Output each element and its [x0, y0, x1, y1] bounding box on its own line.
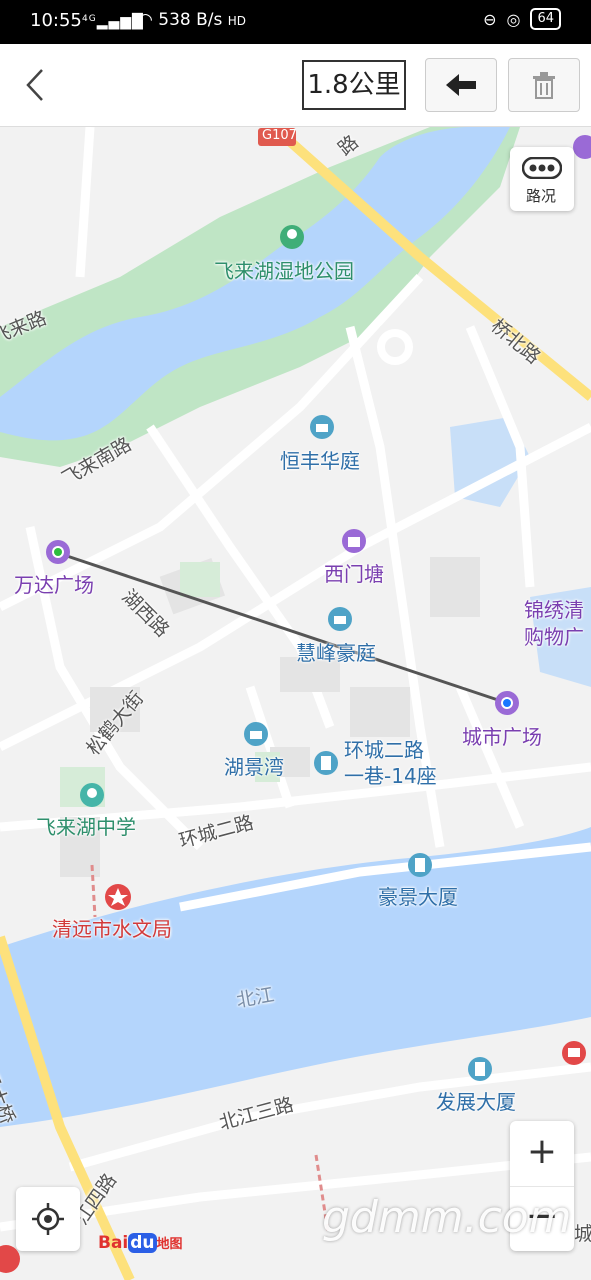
residence-icon: [310, 415, 334, 439]
government-icon: [105, 884, 131, 910]
road-label-right-partial: 城: [574, 1223, 591, 1245]
place-label-ximentang[interactable]: 西门塘: [324, 558, 384, 587]
top-toolbar: 1.8公里: [0, 44, 591, 127]
arrow-left-icon: [446, 74, 476, 96]
place-label-water-bureau[interactable]: 清远市水文局: [52, 913, 172, 942]
undo-button[interactable]: [425, 58, 497, 112]
lock-icon: ⊖: [483, 9, 497, 29]
end-marker: [495, 691, 519, 715]
map-canvas[interactable]: G107 路 桥北路 飞来路 飞来南路 湖西路 松鹤大街 环城二路 北江三路 江…: [0, 127, 591, 1280]
status-icons: ⊖ ◎ 64: [483, 8, 561, 30]
place-label-huifeng[interactable]: 慧峰豪庭: [296, 637, 376, 666]
back-button[interactable]: [22, 66, 52, 104]
distance-display: 1.8公里: [302, 60, 406, 110]
map-logo: Bai du 地图: [98, 1233, 183, 1253]
place-label-wanda[interactable]: 万达广场: [14, 569, 94, 598]
place-label-haojing[interactable]: 豪景大厦: [378, 881, 458, 910]
clear-button[interactable]: [508, 58, 580, 112]
park-icon: [280, 225, 304, 249]
place-label-hengfeng[interactable]: 恒丰华庭: [280, 445, 360, 474]
traffic-button[interactable]: 路况: [510, 147, 574, 211]
place-label-fazhan[interactable]: 发展大厦: [436, 1086, 516, 1115]
traffic-label: 路况: [526, 187, 557, 205]
place-label-wetland-park[interactable]: 飞来湖湿地公园: [214, 255, 354, 284]
chevron-left-icon: [26, 69, 43, 101]
place-label-city-plaza[interactable]: 城市广场: [462, 721, 542, 750]
location-icon: ◎: [506, 9, 521, 29]
wifi-icon: ◠: [138, 10, 153, 30]
place-label-hujingwan[interactable]: 湖景湾: [224, 751, 284, 780]
place-label-school[interactable]: 飞来湖中学: [36, 811, 136, 840]
network-speed: ◠ 538 B/s HD: [138, 10, 247, 30]
zoom-in-button[interactable]: +: [510, 1121, 574, 1187]
school-icon: [80, 783, 104, 807]
locate-button[interactable]: [16, 1187, 80, 1251]
place-label-jinxiu[interactable]: 锦绣清 购物广: [524, 597, 584, 651]
place-label-huancheng-building[interactable]: 环城二路 一巷-14座: [344, 737, 437, 789]
residence-icon: [244, 722, 268, 746]
watermark: gdmm.com: [322, 1192, 572, 1243]
locate-icon: [32, 1203, 64, 1235]
residence-icon: [328, 607, 352, 631]
traffic-icon: [522, 157, 562, 179]
signal-indicator: 4G▂▄▆█: [82, 14, 144, 30]
building-icon: [408, 853, 432, 877]
status-bar: 10:55 4G▂▄▆█ ◠ 538 B/s HD ⊖ ◎ 64: [0, 0, 591, 44]
status-time: 10:55: [30, 10, 82, 31]
building-icon: [314, 751, 338, 775]
battery-indicator: 64: [530, 8, 561, 30]
office-icon: [562, 1041, 586, 1065]
shopping-icon: [342, 529, 366, 553]
building-icon: [468, 1057, 492, 1081]
start-marker: [46, 540, 70, 564]
trash-icon: [533, 72, 555, 99]
highway-shield-label: G107: [262, 128, 297, 143]
